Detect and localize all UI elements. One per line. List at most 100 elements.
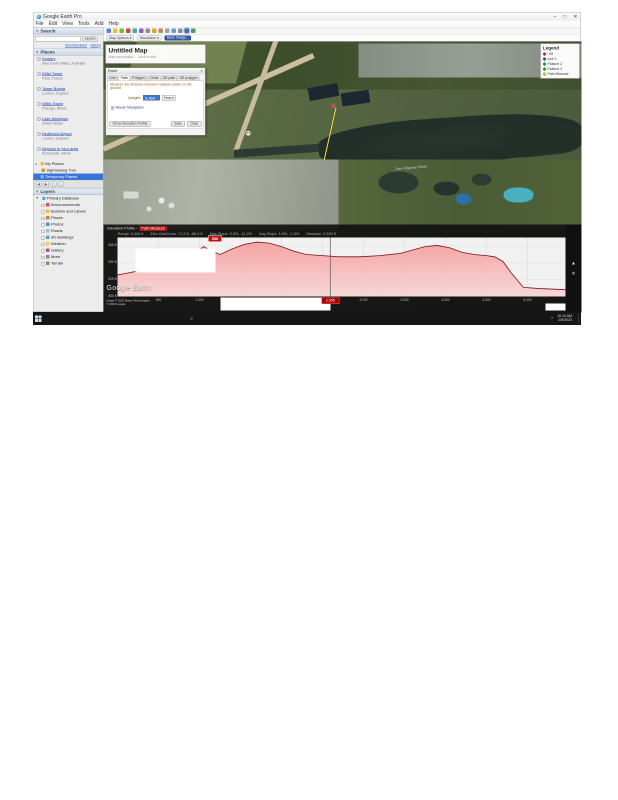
add-path-icon[interactable] [126, 29, 131, 34]
elevation-chart[interactable] [118, 238, 566, 297]
place-link[interactable]: Heathrow Airport [42, 132, 72, 137]
pdf-icon-slot[interactable] [143, 313, 151, 324]
layers-panel-header[interactable]: ▼ Layers [34, 188, 104, 195]
place-link[interactable]: Airports in your area [42, 147, 78, 152]
print-icon[interactable] [178, 29, 183, 34]
places-control-2[interactable]: + [51, 182, 57, 187]
close-button[interactable]: ✕ [573, 14, 577, 20]
photos-icon-slot[interactable] [107, 313, 115, 324]
mail-icon-slot[interactable] [95, 313, 103, 324]
checkbox-icon[interactable] [42, 249, 45, 252]
place-item-4[interactable]: Lake MichiganUnited States [34, 116, 104, 131]
place-link[interactable]: Willis Tower [42, 102, 67, 107]
save-image-icon[interactable] [185, 29, 190, 34]
add-polygon-icon[interactable] [120, 29, 125, 34]
word-icon-slot[interactable] [119, 313, 127, 324]
snipping-tool-icon-slot[interactable] [179, 313, 187, 324]
map-viewport[interactable]: 53 Des Plaines River ✕ Untitled Map Map … [104, 42, 582, 313]
checkbox-icon[interactable] [38, 118, 41, 121]
mouse-navigation-label[interactable]: Mouse Navigation [116, 106, 144, 110]
sunlight-icon[interactable] [152, 29, 157, 34]
map-title[interactable]: Untitled Map [109, 47, 203, 55]
menu-item-edit[interactable]: Edit [49, 21, 58, 27]
checkbox-icon[interactable] [38, 58, 41, 61]
profile-path-name[interactable]: Path Measure [139, 226, 167, 231]
checkbox-icon[interactable] [42, 210, 45, 213]
measure-endpoint-x-icon[interactable]: ✕ [331, 103, 336, 110]
place-link[interactable]: Sydney [42, 57, 85, 62]
close-icon[interactable]: ✕ [200, 69, 203, 73]
show-desktop-button[interactable] [578, 314, 579, 324]
search-button[interactable]: Search [82, 36, 98, 42]
planets-icon[interactable] [159, 29, 164, 34]
checkbox-icon[interactable] [42, 243, 45, 246]
snapbar-button-1[interactable]: Resolution ▾ [137, 35, 161, 40]
checkbox-icon[interactable] [42, 236, 45, 239]
legend-card[interactable]: Legend I 55Line 1Feature 2Feature 3Path … [541, 44, 580, 79]
historical-imagery-icon[interactable] [146, 29, 151, 34]
taskbar-clock[interactable]: 10:14 AM 2/6/2023 [557, 314, 572, 323]
add-placemark-icon[interactable] [113, 29, 118, 34]
ruler-icon[interactable] [165, 29, 170, 34]
checkbox-icon[interactable] [42, 204, 45, 207]
clear-button[interactable]: Clear [187, 121, 201, 127]
places-control-3[interactable]: − [58, 182, 64, 187]
place-item-2[interactable]: Tower BridgeLondon, England [34, 86, 104, 101]
expand-triangle-icon[interactable]: ▸ [36, 162, 38, 166]
search-link-0[interactable]: Get Directions [65, 44, 87, 48]
browser-opera-icon-slot[interactable] [59, 313, 67, 324]
snapbar-button-0[interactable]: Map Options ▾ [107, 35, 135, 40]
place-link[interactable]: Tower Bridge [42, 87, 68, 92]
collapse-triangle-icon[interactable]: ▼ [36, 197, 39, 201]
unit-dropdown[interactable]: Feet ▾ [162, 95, 176, 101]
map-description[interactable]: Map description — click to edit [109, 56, 203, 60]
place-item-5[interactable]: Heathrow AirportLondon, England [34, 131, 104, 146]
place-link[interactable]: Eiffel Tower [42, 72, 63, 77]
checkbox-icon[interactable] [38, 103, 41, 106]
menu-item-file[interactable]: File [36, 21, 44, 27]
elevation-profile-panel[interactable]: Elevation Profile - Path Measure › Range… [104, 225, 582, 313]
place-item-0[interactable]: SydneyNew South Wales, Australia [34, 56, 104, 71]
menu-item-tools[interactable]: Tools [78, 21, 90, 27]
file-explorer-icon-slot[interactable] [47, 313, 55, 324]
snapbar-button-2[interactable]: Save Image... [164, 35, 191, 40]
checkbox-icon[interactable] [38, 88, 41, 91]
menu-item-add[interactable]: Add [95, 21, 104, 27]
checkbox-icon[interactable] [38, 73, 41, 76]
window-titlebar[interactable]: Google Earth Pro – □ ✕ [34, 13, 581, 21]
checkbox-icon[interactable] [42, 230, 45, 233]
place-item-1[interactable]: Eiffel TowerParis, France [34, 71, 104, 86]
start-button[interactable] [35, 315, 42, 322]
view-in-maps-icon[interactable] [191, 29, 196, 34]
checkbox-icon[interactable] [42, 223, 45, 226]
checkbox-icon[interactable] [42, 217, 45, 220]
checkbox-icon[interactable] [38, 133, 41, 136]
checkbox-icon[interactable] [42, 262, 45, 265]
length-value-field[interactable]: 5,464 [143, 95, 160, 101]
record-tour-icon[interactable] [139, 29, 144, 34]
place-item-6[interactable]: Airports in your areaRomeoville, Illinoi… [34, 146, 104, 161]
minimize-button[interactable]: – [554, 14, 557, 20]
expand-triangle-icon[interactable]: ▸ [36, 175, 38, 179]
browser-edge-icon-slot[interactable] [83, 313, 91, 324]
teams-icon-slot[interactable] [155, 313, 163, 324]
search-input[interactable] [35, 36, 81, 42]
menu-item-help[interactable]: Help [109, 21, 119, 27]
hide-sidebar-icon[interactable] [107, 29, 112, 34]
map-title-card[interactable]: Untitled Map Map description — click to … [106, 45, 206, 64]
layer-row-9[interactable]: Terrain [34, 260, 104, 267]
checkbox-icon[interactable] [42, 256, 45, 259]
search-panel-header[interactable]: ▼ Search [34, 28, 104, 35]
places-control-1[interactable]: ▶ [43, 182, 49, 187]
places-control-0[interactable]: ◀ [36, 182, 42, 187]
checkbox-icon[interactable] [111, 107, 114, 110]
places-panel-header[interactable]: ▼ Places [34, 49, 104, 56]
checkbox-icon[interactable] [38, 148, 41, 151]
close-profile-icon[interactable]: ✕ [571, 271, 575, 277]
add-image-overlay-icon[interactable] [133, 29, 138, 34]
save-button[interactable]: Save [171, 121, 185, 127]
maximize-button[interactable]: □ [563, 14, 566, 20]
email-icon[interactable] [172, 29, 177, 34]
browser-chrome-icon-slot[interactable] [71, 313, 79, 324]
menu-item-view[interactable]: View [62, 21, 73, 27]
